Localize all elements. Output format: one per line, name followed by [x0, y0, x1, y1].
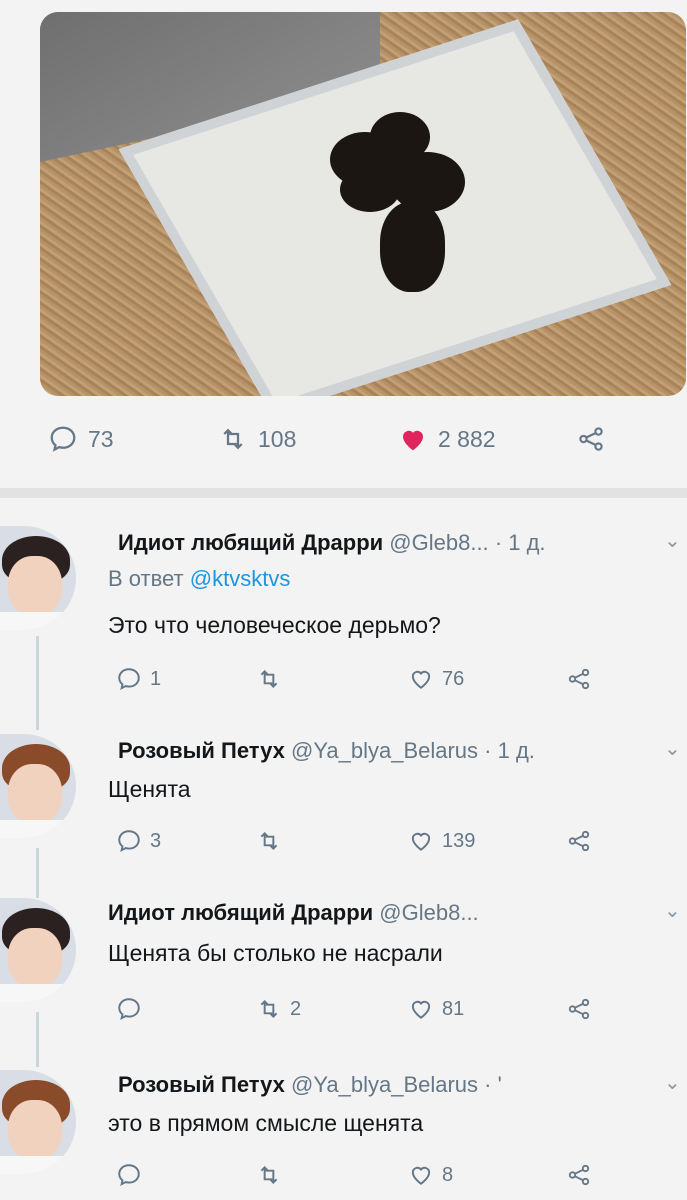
thread-line [36, 848, 39, 898]
reply-text: Это что человеческое дерьмо? [108, 612, 441, 638]
like-count: 2 882 [438, 425, 496, 452]
reply-header: Розовый Петух @Ya_blya_Belarus · 1 д. [118, 738, 535, 764]
retweet-icon [260, 1166, 278, 1184]
reply-action[interactable]: 73 [48, 424, 114, 454]
user-handle[interactable]: @Ya_blya_Belarus [291, 1072, 478, 1097]
display-name[interactable]: Идиот любящий Драрри [118, 530, 383, 555]
share-action[interactable] [566, 1162, 592, 1188]
share-icon [568, 830, 590, 852]
reply-action[interactable]: 3 [116, 828, 161, 854]
avatar[interactable] [0, 526, 76, 630]
chevron-down-icon[interactable]: ⌄ [664, 736, 681, 761]
retweet-action[interactable]: 2 [256, 996, 301, 1022]
like-count: 139 [442, 829, 476, 852]
user-handle[interactable]: @Gleb8... [379, 900, 478, 925]
reply-action[interactable] [116, 996, 150, 1022]
reply-text: Щенята бы столько не насрали [108, 940, 443, 966]
reply-header: Идиот любящий Драрри @Gleb8... · 1 д. [118, 530, 546, 556]
retweet-action[interactable]: 108 [218, 424, 296, 454]
heart-icon [411, 1166, 431, 1185]
reply-header: Розовый Петух @Ya_blya_Belarus · ' [118, 1072, 502, 1098]
like-action[interactable]: 2 882 [398, 424, 496, 454]
thread-line [36, 636, 39, 730]
reply-header: Идиот любящий Драрри @Gleb8... [108, 900, 479, 926]
retweet-action[interactable] [256, 666, 290, 692]
display-name[interactable]: Идиот любящий Драрри [108, 900, 373, 925]
heart-icon [403, 430, 423, 451]
share-icon [579, 427, 603, 451]
speech-bubble-icon [118, 668, 140, 691]
timestamp[interactable]: · ' [484, 1072, 502, 1097]
user-handle[interactable]: @Ya_blya_Belarus [291, 738, 478, 763]
reply-count: 73 [88, 425, 114, 452]
like-action[interactable]: 8 [408, 1162, 453, 1188]
share-action[interactable] [566, 666, 592, 692]
share-icon [568, 998, 590, 1020]
share-action[interactable] [566, 996, 592, 1022]
speech-bubble-icon [118, 1164, 140, 1187]
reply-action[interactable] [116, 1162, 150, 1188]
speech-bubble-icon [118, 830, 140, 853]
retweet-icon [260, 832, 278, 850]
chevron-down-icon[interactable]: ⌄ [664, 528, 681, 553]
tweet-thread: 73 108 2 882 Идиот любящий Драрри @Gleb8… [0, 0, 687, 1200]
heart-icon [411, 670, 431, 689]
tweet-photo[interactable] [40, 12, 686, 396]
timestamp[interactable]: · 1 д. [484, 738, 535, 763]
like-count: 81 [442, 997, 465, 1020]
mention-link[interactable]: @ktvsktvs [190, 566, 291, 591]
chevron-down-icon[interactable]: ⌄ [664, 1070, 681, 1095]
replying-prefix: В ответ [108, 566, 184, 591]
like-count: 76 [442, 667, 465, 690]
share-action[interactable] [566, 828, 592, 854]
replying-to: В ответ @ktvsktvs [108, 566, 290, 592]
heart-icon [411, 832, 431, 851]
thread-line [36, 1012, 39, 1067]
photo-puppies [330, 112, 470, 292]
retweet-action[interactable] [256, 828, 290, 854]
retweet-count: 108 [258, 425, 297, 452]
retweet-action[interactable] [256, 1162, 290, 1188]
retweet-count: 2 [290, 997, 302, 1020]
reply-text: это в прямом смысле щенята [108, 1110, 424, 1136]
display-name[interactable]: Розовый Петух [118, 1072, 285, 1097]
retweet-icon [260, 1000, 278, 1018]
like-action[interactable]: 76 [408, 666, 464, 692]
retweet-icon [260, 670, 278, 688]
display-name[interactable]: Розовый Петух [118, 738, 285, 763]
heart-icon [411, 1000, 431, 1019]
share-icon [568, 668, 590, 690]
avatar[interactable] [0, 1070, 76, 1174]
reply-count: 1 [150, 667, 162, 690]
share-icon [568, 1164, 590, 1186]
chevron-down-icon[interactable]: ⌄ [664, 898, 681, 923]
reply-text: Щенята [108, 776, 191, 802]
reply-action[interactable]: 1 [116, 666, 161, 692]
like-action[interactable]: 81 [408, 996, 464, 1022]
speech-bubble-icon [118, 998, 140, 1021]
reply-count: 3 [150, 829, 162, 852]
avatar[interactable] [0, 898, 76, 1002]
timestamp[interactable]: · 1 д. [495, 530, 546, 555]
share-action[interactable] [576, 424, 606, 454]
like-count: 8 [442, 1163, 454, 1186]
speech-bubble-icon [50, 426, 76, 452]
section-divider [0, 488, 687, 498]
like-action[interactable]: 139 [408, 828, 475, 854]
user-handle[interactable]: @Gleb8... [389, 530, 488, 555]
avatar[interactable] [0, 734, 76, 838]
retweet-icon [223, 428, 243, 450]
